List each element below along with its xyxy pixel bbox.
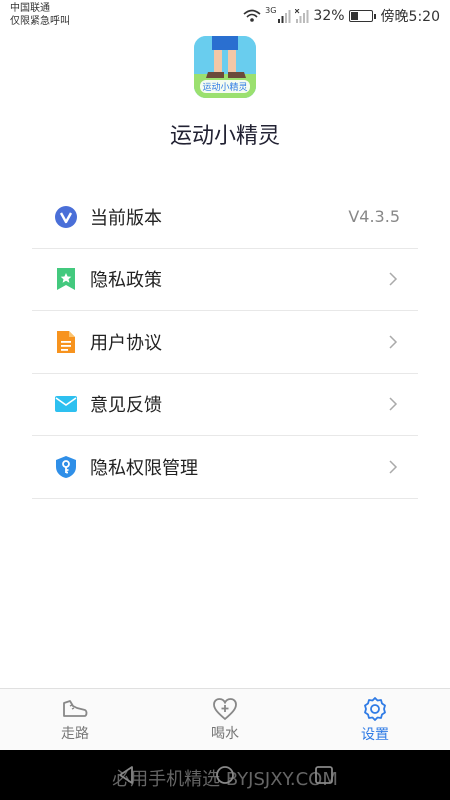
tab-settings[interactable]: 设置: [300, 689, 450, 750]
document-icon: [54, 330, 78, 354]
heart-plus-icon: [213, 697, 237, 720]
menu-label: 隐私权限管理: [90, 457, 198, 479]
carrier-info: 中国联通 仅限紧急呼叫: [10, 2, 70, 28]
status-right: 3G 32% 傍晚5:20: [243, 6, 440, 26]
gear-icon: [364, 696, 386, 721]
battery-percent: 32%: [313, 8, 345, 24]
home-icon[interactable]: [214, 764, 236, 786]
mail-icon: [54, 392, 78, 416]
emergency-text: 仅限紧急呼叫: [10, 16, 70, 27]
shoe-icon: [63, 699, 88, 717]
tab-label: 走路: [61, 725, 89, 742]
tab-label: 喝水: [211, 725, 239, 742]
menu-item-user-agreement[interactable]: 用户协议: [32, 311, 418, 374]
chevron-right-icon: [389, 460, 398, 474]
shield-key-icon: [54, 455, 78, 479]
system-nav-bar: 必用手机精选 BYJSJXY.COM: [0, 750, 450, 800]
chevron-right-icon: [389, 272, 398, 286]
version-v-icon: [54, 205, 78, 229]
menu-item-privacy-policy[interactable]: 隐私政策: [32, 249, 418, 311]
back-icon[interactable]: [115, 764, 137, 786]
tab-label: 设置: [361, 726, 389, 743]
settings-menu: 当前版本 V4.3.5 隐私政策 用户协议 意见反馈 隐私权限管理: [32, 186, 418, 499]
menu-item-feedback[interactable]: 意见反馈: [32, 374, 418, 436]
app-name: 运动小精灵: [169, 124, 280, 149]
menu-label: 用户协议: [90, 332, 162, 354]
carrier-name: 中国联通: [10, 3, 50, 14]
bookmark-star-icon: [54, 267, 78, 291]
wifi-icon: [243, 9, 261, 22]
status-bar: 中国联通 仅限紧急呼叫 3G 32% 傍晚5:20: [0, 0, 450, 30]
menu-item-version[interactable]: 当前版本 V4.3.5: [32, 186, 418, 249]
signal-no-sim-icon: [295, 9, 309, 23]
recents-icon[interactable]: [313, 764, 335, 786]
menu-item-privacy-permissions[interactable]: 隐私权限管理: [32, 436, 418, 499]
version-value: V4.3.5: [348, 207, 400, 227]
tab-drink-water[interactable]: 喝水: [150, 689, 300, 750]
menu-label: 隐私政策: [90, 270, 162, 292]
battery-icon: [348, 10, 376, 22]
logo-text: 运动小精灵: [202, 81, 247, 93]
menu-label: 当前版本: [90, 207, 162, 229]
network-type: 3G: [265, 6, 277, 15]
app-logo: 运动小精灵: [194, 36, 256, 98]
bottom-tab-bar: 走路 喝水 设置: [0, 688, 450, 750]
signal-icon: [278, 10, 291, 23]
tab-walk[interactable]: 走路: [0, 689, 150, 750]
chevron-right-icon: [389, 397, 398, 411]
chevron-right-icon: [389, 335, 398, 349]
menu-label: 意见反馈: [90, 395, 162, 417]
clock: 傍晚5:20: [380, 9, 440, 25]
